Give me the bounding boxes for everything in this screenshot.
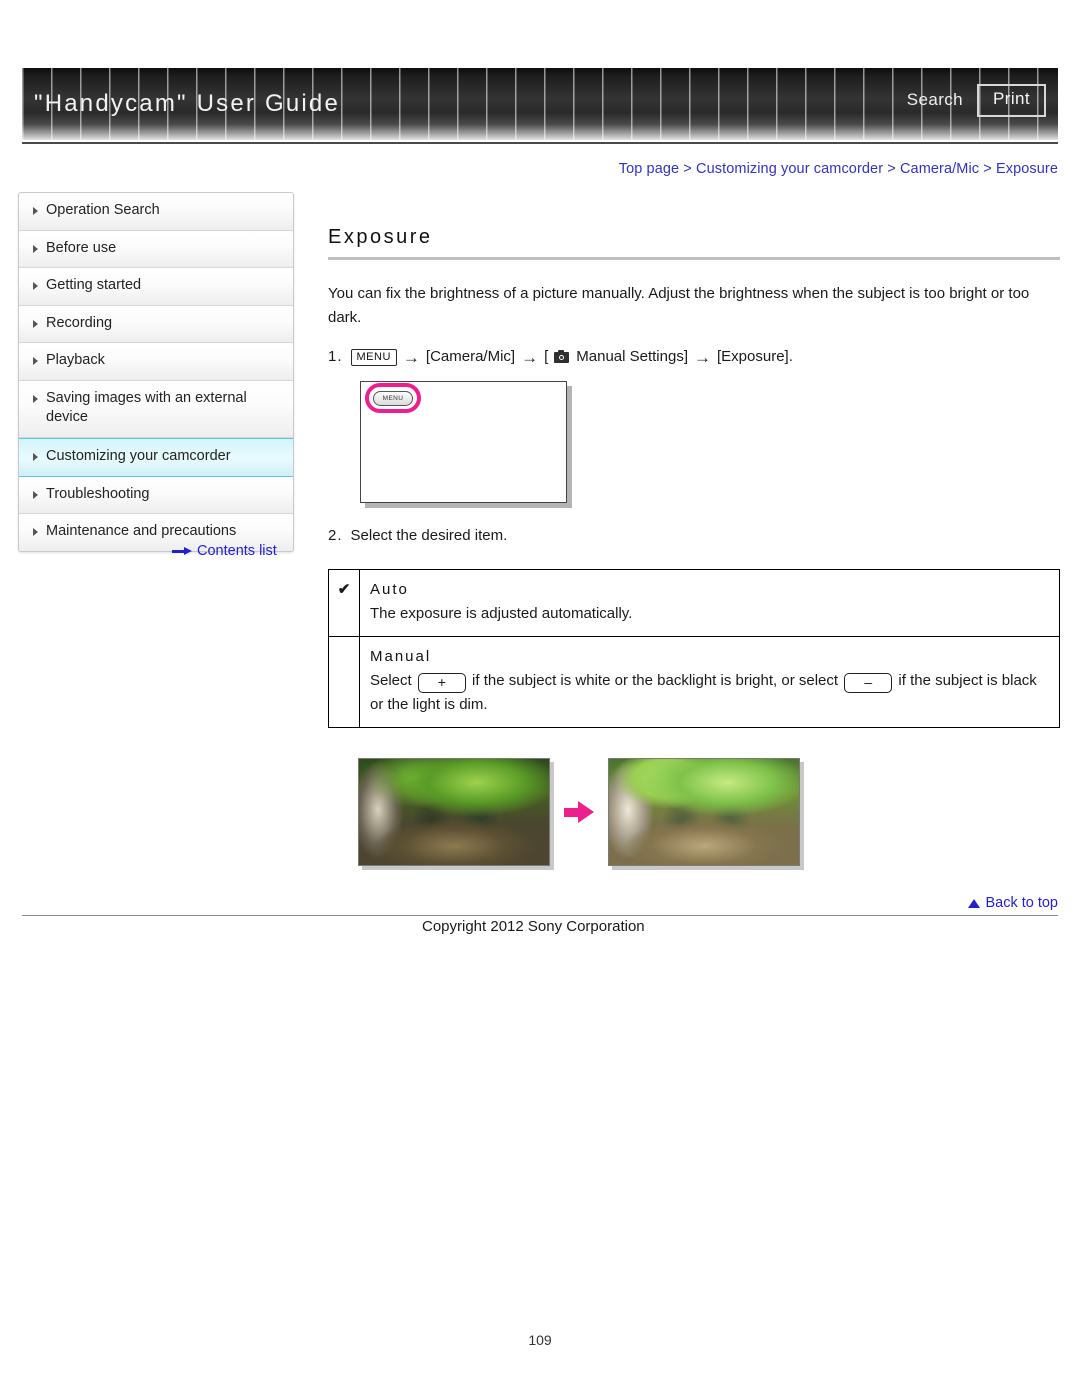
chevron-right-icon (33, 207, 38, 215)
sidebar-nav: Operation Search Before use Getting star… (18, 192, 294, 552)
example-photo-before (358, 758, 550, 866)
table-row: ✔ Auto The exposure is adjusted automati… (328, 569, 1060, 637)
auto-option-description: The exposure is adjusted automatically. (370, 605, 633, 623)
print-button[interactable]: Print (977, 84, 1046, 117)
sidebar-item-label: Customizing your camcorder (46, 447, 231, 464)
manual-desc-part1: Select (370, 671, 412, 689)
header-actions: Search Print (907, 84, 1046, 117)
sidebar-item-recording[interactable]: Recording (19, 305, 293, 344)
main-content: Exposure You can fix the brightness of a… (328, 226, 1060, 728)
chevron-right-icon (33, 452, 38, 461)
triangle-up-icon (968, 898, 981, 908)
sidebar-item-label: Recording (46, 314, 113, 331)
site-header: "Handycam" User Guide Search Print (22, 68, 1058, 140)
step-1-camera-mic: [Camera/Mic] (425, 348, 516, 365)
sidebar-item-getting-started[interactable]: Getting started (19, 268, 293, 306)
menu-highlight-annotation (365, 382, 421, 413)
example-photo-after (608, 758, 800, 866)
chevron-right-icon (33, 394, 38, 403)
plus-button-icon: + (417, 672, 466, 694)
sidebar-item-label: Getting started (46, 277, 142, 294)
minus-button-icon: – (844, 672, 893, 694)
step-1-number: 1. (328, 348, 343, 365)
arrow-right-icon (564, 801, 594, 823)
sidebar-item-troubleshooting[interactable]: Troubleshooting (19, 476, 293, 515)
chevron-right-icon (33, 490, 38, 499)
page-title: Exposure (328, 226, 433, 248)
footer-divider (22, 915, 1058, 916)
options-table: ✔ Auto The exposure is adjusted automati… (328, 569, 1060, 728)
manual-option-description: Select + if the subject is white or the … (370, 669, 1049, 717)
auto-option-name: Auto (370, 581, 409, 598)
step-1-body: MENU → [Camera/Mic] → [ Manual Settings]… (350, 346, 793, 369)
step-2: 2. Select the desired item. (328, 525, 1060, 548)
arrow-right-icon: → (521, 347, 539, 367)
step-1-manual-settings: Manual Settings] (576, 348, 688, 365)
manual-settings-camera-icon (554, 349, 570, 363)
sidebar-item-label: Before use (46, 239, 117, 256)
table-row: Manual Select + if the subject is white … (328, 635, 1060, 728)
auto-checkmark-icon: ✔ (328, 569, 360, 637)
manual-option-name: Manual (370, 647, 432, 665)
step-2-number: 2. (328, 526, 343, 544)
sidebar-item-saving-images[interactable]: Saving images with an external device (19, 380, 293, 438)
lcd-screen-illustration: MENU (360, 380, 572, 508)
page-number: 109 (528, 1332, 552, 1348)
manual-option-cell: Manual Select + if the subject is white … (359, 635, 1060, 728)
sidebar-item-customizing-your-camcorder[interactable]: Customizing your camcorder (19, 437, 293, 477)
sidebar-item-label: Maintenance and precautions (46, 523, 237, 540)
step-1-exposure: [Exposure]. (717, 348, 793, 365)
header-divider (22, 142, 1058, 144)
sidebar-item-label: Playback (46, 352, 105, 369)
arrow-right-icon: → (402, 347, 420, 367)
menu-button-icon: MENU (350, 348, 397, 366)
sidebar-item-playback[interactable]: Playback (19, 343, 293, 381)
intro-paragraph: You can fix the brightness of a picture … (328, 285, 1030, 326)
back-to-top-label: Back to top (985, 895, 1058, 911)
search-button[interactable]: Search (907, 90, 963, 110)
chevron-right-icon (33, 319, 38, 328)
example-photos (358, 758, 800, 866)
breadcrumb[interactable]: Top page > Customizing your camcorder > … (619, 161, 1058, 177)
chevron-right-icon (33, 528, 38, 537)
title-divider (328, 257, 1060, 260)
manual-checkmark-cell (328, 635, 360, 728)
contents-list-label: Contents list (197, 543, 277, 559)
back-to-top-link[interactable]: Back to top (968, 895, 1058, 911)
chevron-right-icon (33, 282, 38, 291)
step-1-manual-bracket-open: [ (544, 348, 549, 365)
auto-option-cell: Auto The exposure is adjusted automatica… (359, 569, 1060, 637)
chevron-right-icon (33, 244, 38, 253)
step-2-text: Select the desired item. (350, 526, 508, 544)
header-banner-background: "Handycam" User Guide Search Print (22, 68, 1058, 140)
sidebar-item-label: Operation Search (46, 202, 160, 218)
arrow-right-icon: → (694, 347, 711, 367)
sidebar-item-before-use[interactable]: Before use (19, 230, 293, 269)
sidebar-item-label: Troubleshooting (46, 485, 150, 502)
sidebar-item-operation-search[interactable]: Operation Search (19, 193, 293, 231)
site-title: "Handycam" User Guide (34, 90, 341, 117)
contents-list-link[interactable]: Contents list (172, 543, 277, 559)
copyright-text: Copyright 2012 Sony Corporation (422, 918, 645, 935)
sidebar-item-label: Saving images with an external device (46, 389, 247, 426)
step-1: 1. MENU → [Camera/Mic] → [ Manual Settin… (328, 346, 1060, 369)
arrow-right-icon (172, 546, 192, 556)
chevron-right-icon (33, 357, 38, 366)
manual-desc-part2: if the subject is white or the backlight… (472, 671, 839, 689)
